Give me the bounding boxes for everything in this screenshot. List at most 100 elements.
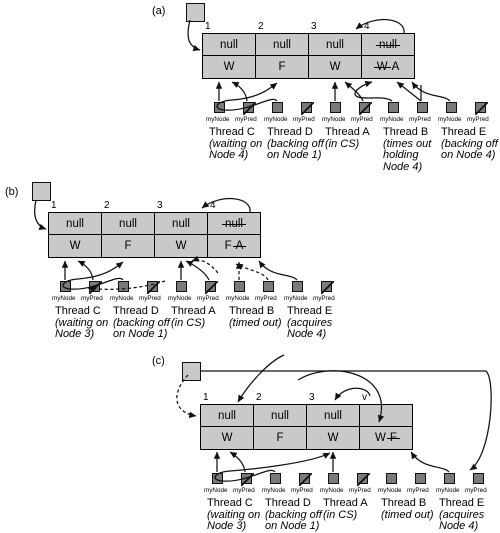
panel-b-node-1-bottom: W	[69, 240, 81, 252]
panel-a-thread-c-state-1: Node 4)	[209, 149, 249, 162]
panel-a-thread-c-state-0: (waiting on	[209, 137, 263, 150]
panel-b-thread-a-name: Thread A	[171, 305, 216, 317]
panel-c-node-2-bottom: F	[276, 432, 284, 444]
panel-a-node-index-2: 2	[258, 21, 264, 32]
panel-b-thread-a-mynode-label: myNode	[168, 295, 192, 302]
panel-c-node-4: WF	[360, 405, 412, 449]
panel-c-thread-b-state-0: (timed out)	[381, 508, 434, 521]
panel-b-node-index-2: 2	[104, 200, 110, 211]
panel-c-thread-a-mynode-label: myNode	[320, 487, 344, 494]
panel-a-node-3-bottom: W	[329, 61, 341, 73]
panel-a-thread-e-state-0: (backing off	[441, 137, 498, 150]
panel-a-thread-e-mypred	[475, 102, 488, 115]
panel-b-node-index-3: 3	[157, 200, 163, 211]
panel-c-node-index-4: v	[362, 392, 367, 403]
panel-a-thread-b-mypred-arrow	[396, 81, 422, 102]
panel-a-label: (a)	[152, 5, 166, 17]
panel-a-thread-b: Thread B (times out holding Node 4)	[383, 126, 432, 173]
panel-b-thread-e-mynode-label: myNode	[284, 295, 308, 302]
panel-c-node-table: null W null F null W WF	[200, 404, 413, 450]
panel-b-node-4-bottom: F	[224, 240, 232, 252]
panel-c-thread-e-mynode	[444, 473, 455, 484]
panel-b-thread-c-mynode-label: myNode	[52, 295, 76, 302]
panel-c-node-index-3: 3	[309, 392, 315, 403]
panel-b-thread-b-mypred-label: myPred	[255, 295, 277, 302]
panel-c-thread-b-name: Thread B	[381, 497, 427, 509]
panel-c-thread-c-mypred-label: myPred	[233, 487, 255, 494]
panel-b-node-3-bottom: W	[175, 240, 187, 252]
panel-a-thread-e-mynode	[446, 102, 457, 113]
panel-b-thread-e-mynode-arrow	[258, 260, 298, 281]
panel-b-thread-c-mypred	[89, 281, 102, 294]
panel-c-node-1-bottom: W	[221, 432, 233, 444]
panel-a-node-index-3: 3	[311, 21, 317, 32]
panel-a-thread-b-state-0: (times out	[383, 137, 432, 150]
panel-c-thread-e-mypred	[473, 473, 484, 484]
panel-c-node-4-bottom-extra: F	[386, 432, 400, 444]
panel-b-thread-a-mynode	[176, 281, 187, 292]
panel-c-thread-a-mypred-label: myPred	[349, 487, 371, 494]
panel-a-node-1-top: null	[220, 38, 238, 51]
panel-b-node-table: null W null F null W null FA	[48, 212, 261, 258]
panel-b-node-index-4: 4	[210, 200, 216, 211]
panel-c-thread-d: Thread D (backing off on Node 1)	[265, 497, 322, 533]
panel-c-node-3-top: null	[324, 409, 342, 422]
panel-b-thread-b-state-0: (timed out)	[229, 316, 282, 329]
panel-c-thread-a: Thread A (in CS)	[323, 497, 368, 521]
panel-b-thread-d-mynode	[118, 281, 129, 292]
panel-c-node-index-2: 2	[256, 392, 262, 403]
panel-a-thread-a-mynode-label: myNode	[322, 116, 346, 123]
panel-a-node-1-bottom: W	[223, 61, 235, 73]
panel-a-node-4-bottom-extra: A	[391, 61, 400, 73]
panel-c-tail-box	[182, 362, 201, 381]
panel-a-node-table: null W null F null W null WA	[202, 33, 415, 79]
panel-b-thread-a-mypred-arrow	[185, 260, 210, 281]
panel-c-thread-c-name: Thread C	[207, 497, 253, 509]
panel-a-thread-d-state-1: on Node 1)	[267, 149, 322, 162]
arrow-overlay	[33, 18, 492, 482]
panel-a-thread-e-mypred-label: myPred	[467, 116, 489, 123]
panel-b-thread-e: Thread E (acquires Node 4)	[287, 305, 333, 341]
panel-a-thread-a-state-0: (in CS)	[325, 137, 360, 150]
panel-a-thread-e-mynode-label: myNode	[438, 116, 462, 123]
panel-b-node-index-1: 1	[51, 200, 57, 211]
panel-c-thread-c-mypred	[241, 473, 254, 486]
panel-c-thread-d-mypred-label: myPred	[291, 487, 313, 494]
panel-a-thread-c: Thread C (waiting on Node 4)	[209, 126, 263, 162]
panel-c-thread-a-mynode	[328, 473, 339, 484]
panel-a-thread-d-name: Thread D	[267, 126, 313, 138]
panel-a-node-4: null WA	[362, 34, 414, 78]
panel-a-thread-c-mypred-label: myPred	[235, 116, 257, 123]
panel-b-thread-e-mypred-label: myPred	[313, 295, 335, 302]
panel-a-thread-c-mynode-label: myNode	[206, 116, 230, 123]
panel-a-thread-e-mynode-arrow	[411, 81, 451, 102]
panel-a-thread-a-name: Thread A	[325, 126, 370, 138]
panel-a-node-2-bottom: F	[278, 61, 286, 73]
panel-a-thread-b-state-2: Node 4)	[383, 160, 423, 173]
panel-c-label: (c)	[152, 355, 165, 367]
panel-a-thread-b-mynode-arrow	[354, 80, 393, 102]
panel-b-thread-e-name: Thread E	[287, 305, 333, 317]
panel-a-node-1: null W	[203, 34, 256, 78]
panel-b-thread-b: Thread B (timed out)	[229, 305, 282, 329]
panel-c-thread-d-mynode	[270, 473, 281, 484]
panel-c-thread-c-state-0: (waiting on	[207, 508, 261, 521]
panel-b-thread-c-state-0: (waiting on	[55, 316, 109, 329]
panel-c-node-3-bottom: W	[327, 432, 339, 444]
panel-c-node-1-top: null	[218, 409, 236, 422]
panel-a-thread-e-name: Thread E	[441, 126, 487, 138]
panel-c-thread-b-mypred	[415, 473, 426, 484]
panel-a-thread-c-mynode	[214, 102, 225, 113]
panel-a-tail-box	[186, 3, 205, 22]
panel-b-thread-c-name: Thread C	[55, 305, 101, 317]
panel-c-thread-c-mynode	[212, 473, 223, 484]
panel-c-thread-d-mypred	[299, 473, 312, 486]
panel-b-tail-box	[32, 182, 51, 201]
panel-a-thread-d-mypred	[301, 102, 314, 115]
panel-a-thread-d-mypred-label: myPred	[293, 116, 315, 123]
panel-c-thread-b: Thread B (timed out)	[381, 497, 434, 521]
panel-c-thread-e-mynode-arrow	[410, 451, 450, 473]
panel-b-thread-e-state-0: (acquires	[287, 316, 333, 329]
panel-c-thread-e-state-0: (acquires	[439, 508, 485, 521]
panel-c-tail-dashed-to-node1	[176, 374, 197, 419]
